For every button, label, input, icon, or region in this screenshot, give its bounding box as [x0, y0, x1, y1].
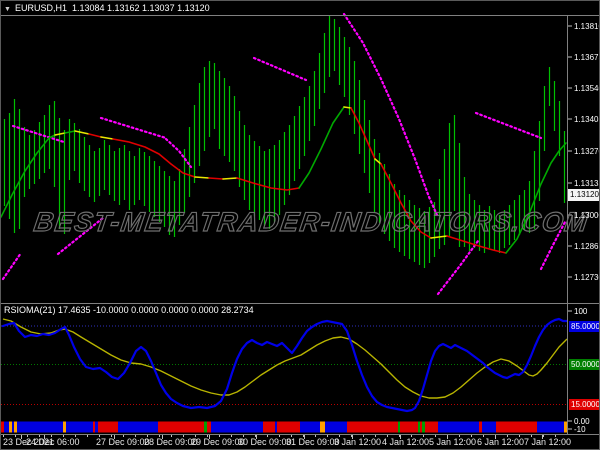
indicator-scale-label: -10	[574, 424, 586, 434]
current-price-box: 1.13120	[568, 189, 599, 201]
price-tick-label: 1.13000	[574, 211, 599, 220]
time-axis-label: 27 Dec 09:00	[96, 437, 150, 447]
watermark-text: BEST-METATRADER-INDICATORS.COM	[31, 206, 591, 237]
price-tick-label: 1.13810	[574, 22, 599, 31]
time-axis-label: 28 Dec 09:00	[144, 437, 198, 447]
ohlc-values: 1.13084 1.13162 1.13037 1.13120	[71, 3, 210, 13]
time-axis-label: 7 Jan 12:00	[524, 437, 572, 447]
time-axis-label: 31 Dec 09:00	[286, 437, 340, 447]
time-axis-label: 5 Jan 12:00	[429, 437, 477, 447]
time-axis-label: 24 Dec 06:00	[26, 437, 80, 447]
symbol-timeframe-label: EURUSD,H1	[14, 3, 67, 13]
price-tick-label: 1.13270	[574, 147, 599, 156]
price-tick-label: 1.13675	[574, 53, 599, 62]
chart-titlebar: ▼ EURUSD,H1 1.13084 1.13162 1.13037 1.131…	[4, 2, 210, 15]
price-tick-label: 1.13135	[574, 179, 599, 188]
price-tick-label: 1.13540	[574, 84, 599, 93]
price-tick-label: 1.12730	[574, 273, 599, 282]
price-tick-label: 1.13405	[574, 115, 599, 124]
symbol-dropdown-icon[interactable]: ▼	[4, 3, 11, 16]
time-axis-label: 30 Dec 09:00	[238, 437, 292, 447]
mt4-chart-window: ▼ EURUSD,H1 1.13084 1.13162 1.13037 1.131…	[0, 0, 600, 450]
time-axis-label: 4 Jan 12:00	[382, 437, 430, 447]
time-axis-label: 29 Dec 09:00	[191, 437, 245, 447]
indicator-scale-label: 15.0000	[569, 398, 600, 410]
indicator-scale-label: 85.0000	[569, 320, 600, 332]
time-axis-label: 6 Jan 12:00	[477, 437, 525, 447]
time-axis-label: 3 Jan 12:00	[334, 437, 382, 447]
indicator-scale-label: 50.0000	[569, 358, 600, 370]
indicator-name-label: RSIOMA(21) 17.4635 -10.0000 0.0000 0.000…	[4, 305, 254, 315]
price-tick-label: 1.12865	[574, 242, 599, 251]
indicator-scale-label: 100	[574, 306, 588, 316]
